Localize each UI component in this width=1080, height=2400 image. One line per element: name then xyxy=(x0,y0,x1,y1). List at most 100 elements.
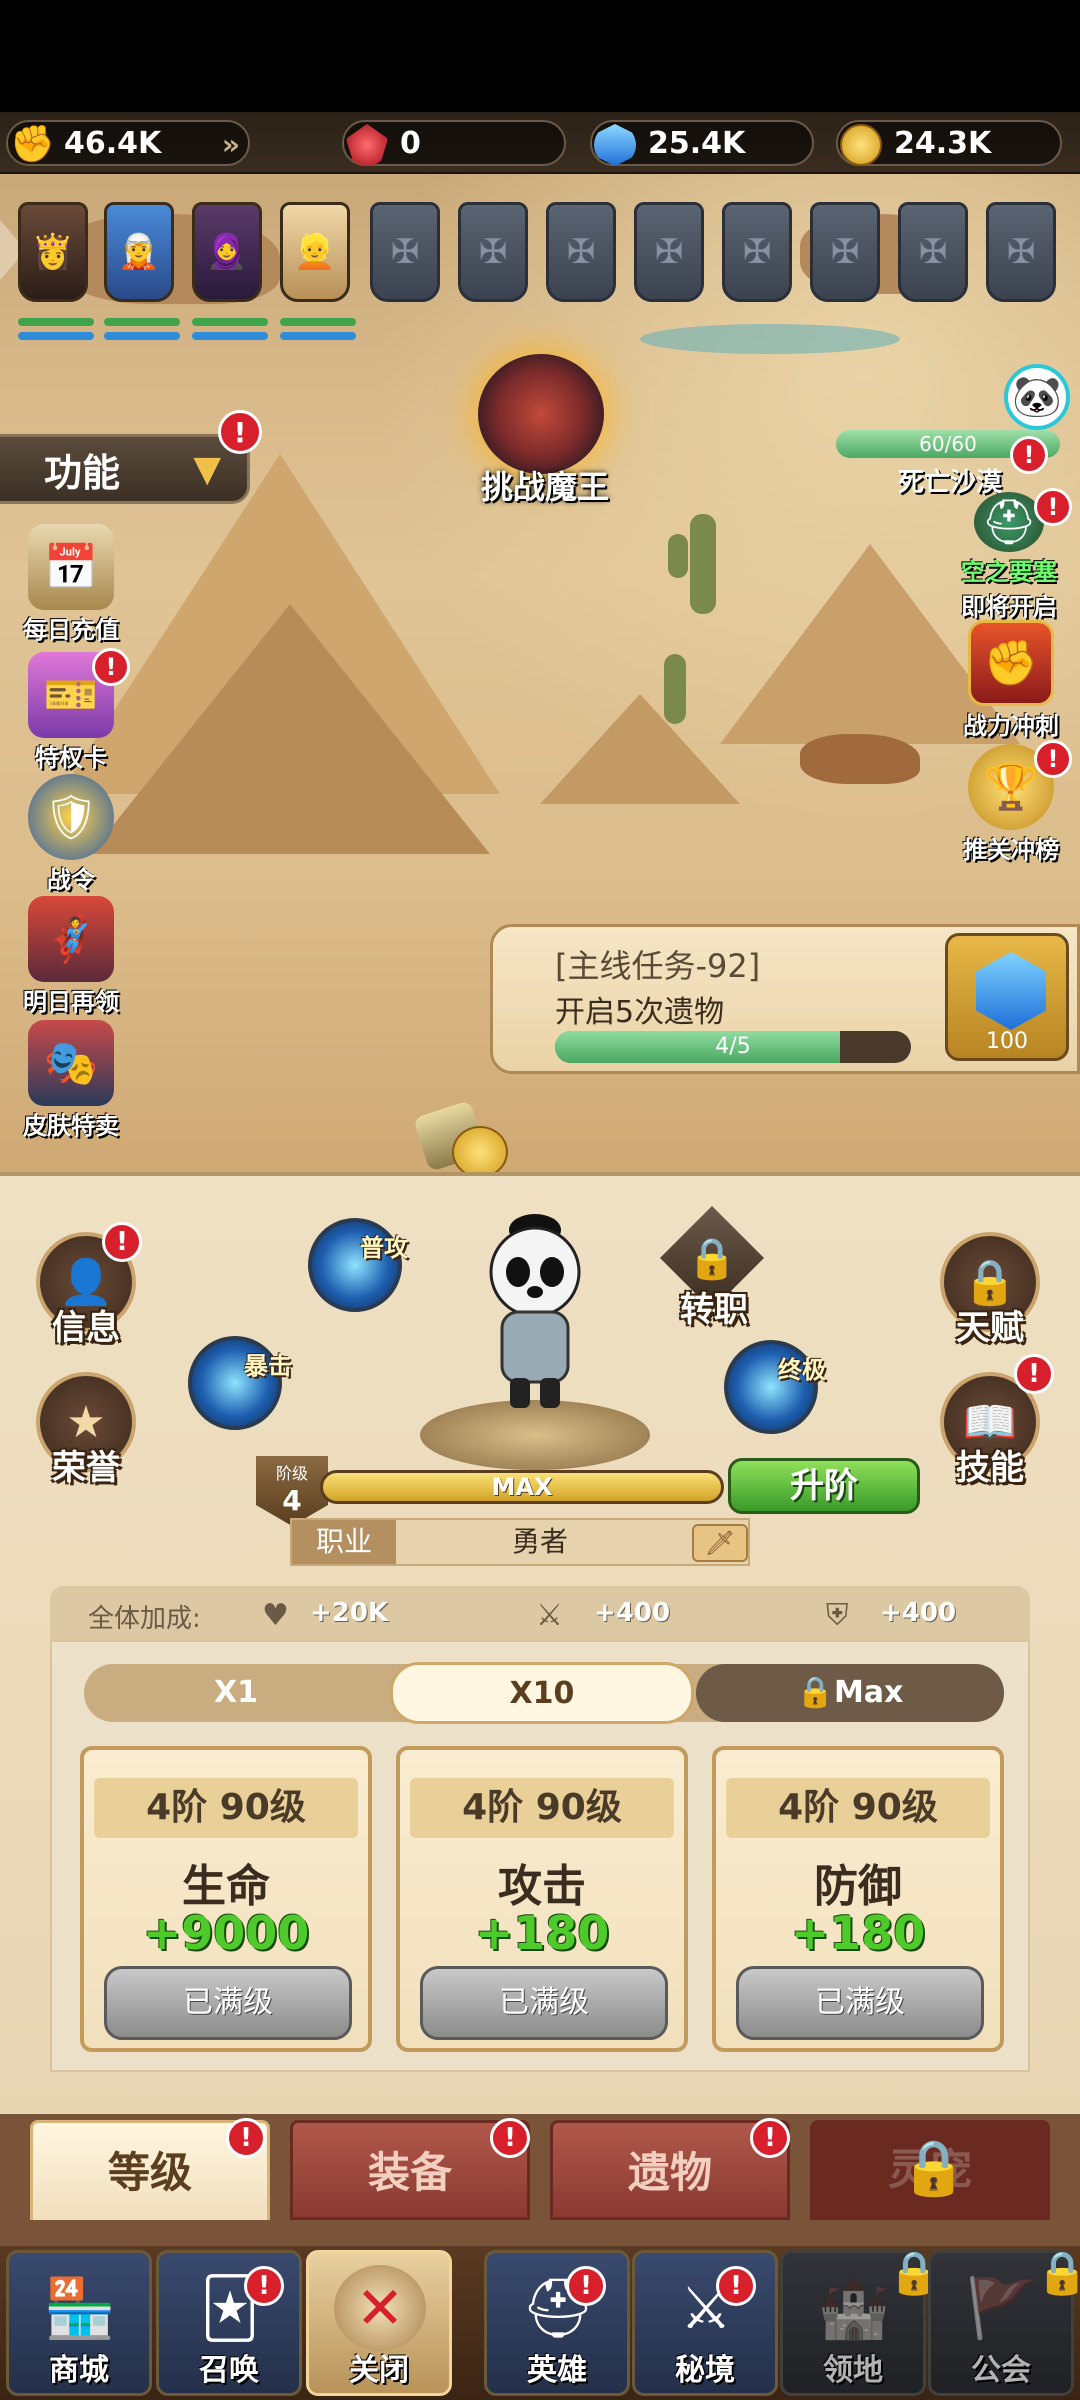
ruby-icon xyxy=(346,124,388,166)
empty-slot[interactable]: ✠ xyxy=(458,202,528,302)
chevrons-right-icon[interactable]: » xyxy=(222,128,240,161)
info-label: 信息 xyxy=(52,1308,120,1348)
panda-hero-icon[interactable] xyxy=(470,1200,600,1420)
nav-summon-label: 召唤 xyxy=(199,2353,259,2388)
quest-progress-bar: 4/5 xyxy=(555,1031,911,1063)
multiplier-x10[interactable]: X10 xyxy=(390,1662,694,1724)
sky-fortress-status: 即将开启 xyxy=(961,593,1057,621)
stage-badge-label: 阶级 xyxy=(275,1464,308,1483)
nav-close-label: 关闭 xyxy=(349,2353,409,2388)
alert-badge: ! xyxy=(218,410,262,454)
empty-slot[interactable]: ✠ xyxy=(810,202,880,302)
main-quest-panel[interactable]: [主线任务-92] 开启5次遗物 4/5 100 xyxy=(490,924,1080,1074)
stat-card-level: 4阶 90级 xyxy=(94,1778,358,1838)
maxed-button[interactable]: 已满级 xyxy=(420,1966,668,2040)
team-bonus-label: 全体加成: xyxy=(88,1604,201,1634)
skin-icon: 🎭 xyxy=(28,1020,114,1106)
tomorrow-claim-label: 明日再领 xyxy=(23,988,119,1016)
power-rush-label: 战力冲刺 xyxy=(963,712,1059,740)
stat-card-value: +9000 xyxy=(142,1906,310,1960)
sword-icon[interactable]: 🗡 xyxy=(692,1524,748,1562)
skill-label: 技能 xyxy=(956,1448,1024,1488)
alert-badge: ! xyxy=(244,2266,284,2306)
gold-value: 24.3K xyxy=(894,125,992,161)
ruby-display[interactable]: 0 xyxy=(342,120,566,166)
nav-summon[interactable]: 🃏 召唤 xyxy=(156,2250,302,2396)
hero-slot-4[interactable]: 👱 xyxy=(280,202,350,302)
empty-slot[interactable]: ✠ xyxy=(898,202,968,302)
quest-reward[interactable]: 100 xyxy=(945,933,1069,1061)
maxed-button[interactable]: 已满级 xyxy=(104,1966,352,2040)
nav-hero[interactable]: ⛑ 英雄 xyxy=(484,2250,630,2396)
chevron-down-icon: ▼ xyxy=(193,449,221,490)
hero-mp-bar xyxy=(192,332,268,340)
hero-slot-1[interactable]: 👸 xyxy=(18,202,88,302)
transfer-label[interactable]: 转职 xyxy=(654,1282,774,1331)
diamond-display[interactable]: 25.4K xyxy=(590,120,814,166)
empty-slot[interactable]: ✠ xyxy=(986,202,1056,302)
nav-hero-label: 英雄 xyxy=(527,2353,587,2388)
guild-flag-icon: 🚩 xyxy=(965,2273,1039,2342)
shop-icon: 🏪 xyxy=(43,2273,117,2342)
gold-coin-icon[interactable] xyxy=(452,1126,508,1174)
stat-card-level: 4阶 90级 xyxy=(410,1778,674,1838)
daily-recharge-button[interactable]: 📅 每日充值 xyxy=(6,524,136,645)
hero-slot-3[interactable]: 🧕 xyxy=(192,202,262,302)
emblem-icon: ✠ xyxy=(390,232,420,272)
stat-card-level: 4阶 90级 xyxy=(726,1778,990,1838)
empty-slot[interactable]: ✠ xyxy=(634,202,704,302)
helmet-icon: ⛑ xyxy=(974,492,1044,552)
nav-close[interactable]: ✕ 关闭 xyxy=(306,2250,452,2396)
bonus-def-value: +400 xyxy=(880,1598,957,1628)
multiplier-max-label: Max xyxy=(833,1675,904,1710)
upgrade-stage-button[interactable]: 升阶 xyxy=(728,1458,920,1514)
empty-slot[interactable]: ✠ xyxy=(722,202,792,302)
nav-shop[interactable]: 🏪 商城 xyxy=(6,2250,152,2396)
daily-recharge-label: 每日充值 xyxy=(23,616,119,644)
medal-icon: 🛡 xyxy=(28,774,114,860)
empty-slot[interactable]: ✠ xyxy=(546,202,616,302)
gold-display[interactable]: 24.3K xyxy=(836,120,1062,166)
ruby-value: 0 xyxy=(400,125,421,161)
multiplier-max[interactable]: 🔒Max xyxy=(696,1664,1004,1722)
nav-secret-realm[interactable]: ⚔ 秘境 xyxy=(632,2250,778,2396)
calendar-icon: 📅 xyxy=(28,524,114,610)
quest-description: 开启5次遗物 xyxy=(555,995,725,1030)
emblem-icon: ✠ xyxy=(478,232,508,272)
emblem-icon: ✠ xyxy=(830,232,860,272)
hero-portrait-icon: 🧕 xyxy=(205,232,249,272)
alert-badge: ! xyxy=(1034,740,1072,778)
function-menu-button[interactable]: 功能 ▼ xyxy=(0,434,250,504)
hero-slot-2[interactable]: 🧝 xyxy=(104,202,174,302)
hero-hp-bar xyxy=(192,318,268,326)
boss-challenge-label[interactable]: 挑战魔王 xyxy=(450,462,640,508)
level-bar: MAX xyxy=(320,1470,724,1504)
alert-badge: ! xyxy=(566,2266,606,2306)
multiplier-x1[interactable]: X1 xyxy=(84,1664,388,1722)
heroes-icon: 🦸 xyxy=(28,896,114,982)
boss-challenge-icon[interactable] xyxy=(478,354,604,474)
power-rush-button[interactable]: ✊ 战力冲刺 xyxy=(946,620,1076,741)
battle-pass-label: 战令 xyxy=(47,866,95,894)
bonus-hp-value: +20K xyxy=(310,1598,389,1628)
close-icon: ✕ xyxy=(334,2265,426,2351)
sword-icon: ⚔ xyxy=(536,1598,563,1633)
hero-portrait-icon: 🧝 xyxy=(117,232,161,272)
panda-avatar-icon[interactable]: 🐼 xyxy=(1004,364,1070,430)
game-screen: ✊ 46.4K » 0 25.4K 24.3K 👸 🧝 🧕 👱 ✠ ✠ ✠ ✠ … xyxy=(0,0,1080,2400)
battle-pass-button[interactable]: 🛡 战令 xyxy=(6,774,136,895)
multiplier-selector: X1 X10 🔒Max xyxy=(84,1662,1004,1724)
empty-slot[interactable]: ✠ xyxy=(370,202,440,302)
tomorrow-claim-button[interactable]: 🦸 明日再领 xyxy=(6,896,136,1017)
alert-badge: ! xyxy=(226,2118,266,2158)
pyramid-mid xyxy=(540,694,740,804)
diamond-icon xyxy=(594,124,636,166)
status-bar xyxy=(0,0,1080,112)
fist-icon: ✊ xyxy=(968,620,1054,706)
maxed-button[interactable]: 已满级 xyxy=(736,1966,984,2040)
skin-sale-button[interactable]: 🎭 皮肤特卖 xyxy=(6,1020,136,1141)
resource-bar: ✊ 46.4K » 0 25.4K 24.3K xyxy=(0,112,1080,174)
pyramid-front xyxy=(90,604,490,854)
emblem-icon: ✠ xyxy=(1006,232,1036,272)
emblem-icon: ✠ xyxy=(918,232,948,272)
